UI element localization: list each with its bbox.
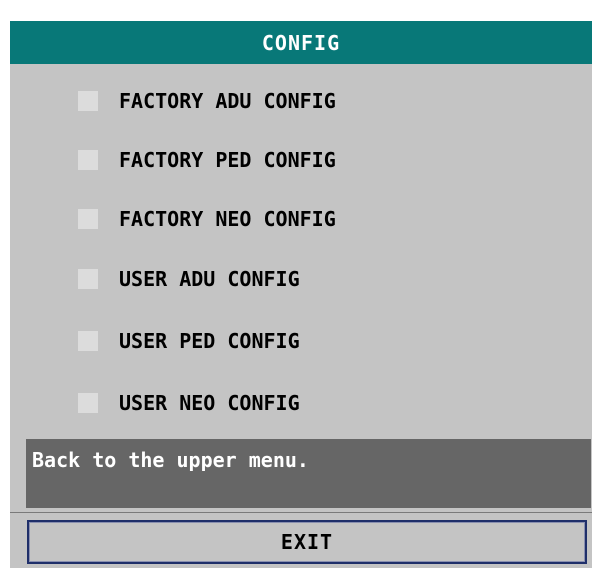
menu-item-factory-adu-config[interactable]: FACTORY ADU CONFIG (78, 81, 336, 121)
item-box-icon (78, 331, 98, 351)
config-dialog: CONFIG FACTORY ADU CONFIG FACTORY PED CO… (10, 21, 592, 568)
menu-item-label: USER NEO CONFIG (119, 391, 300, 415)
item-box-icon (78, 91, 98, 111)
dialog-title: CONFIG (10, 21, 592, 64)
menu-item-label: FACTORY PED CONFIG (119, 148, 336, 172)
item-box-icon (78, 269, 98, 289)
menu-item-user-ped-config[interactable]: USER PED CONFIG (78, 321, 300, 361)
item-box-icon (78, 209, 98, 229)
help-text: Back to the upper menu. (32, 448, 309, 472)
menu-item-factory-ped-config[interactable]: FACTORY PED CONFIG (78, 140, 336, 180)
divider (10, 512, 592, 513)
menu-item-label: FACTORY NEO CONFIG (119, 207, 336, 231)
item-box-icon (78, 393, 98, 413)
menu-item-label: FACTORY ADU CONFIG (119, 89, 336, 113)
item-box-icon (78, 150, 98, 170)
menu-item-label: USER PED CONFIG (119, 329, 300, 353)
menu-item-user-adu-config[interactable]: USER ADU CONFIG (78, 259, 300, 299)
help-panel: Back to the upper menu. (26, 439, 591, 508)
menu-item-factory-neo-config[interactable]: FACTORY NEO CONFIG (78, 199, 336, 239)
menu-item-user-neo-config[interactable]: USER NEO CONFIG (78, 383, 300, 423)
exit-button[interactable]: EXIT (27, 520, 587, 564)
menu-item-label: USER ADU CONFIG (119, 267, 300, 291)
